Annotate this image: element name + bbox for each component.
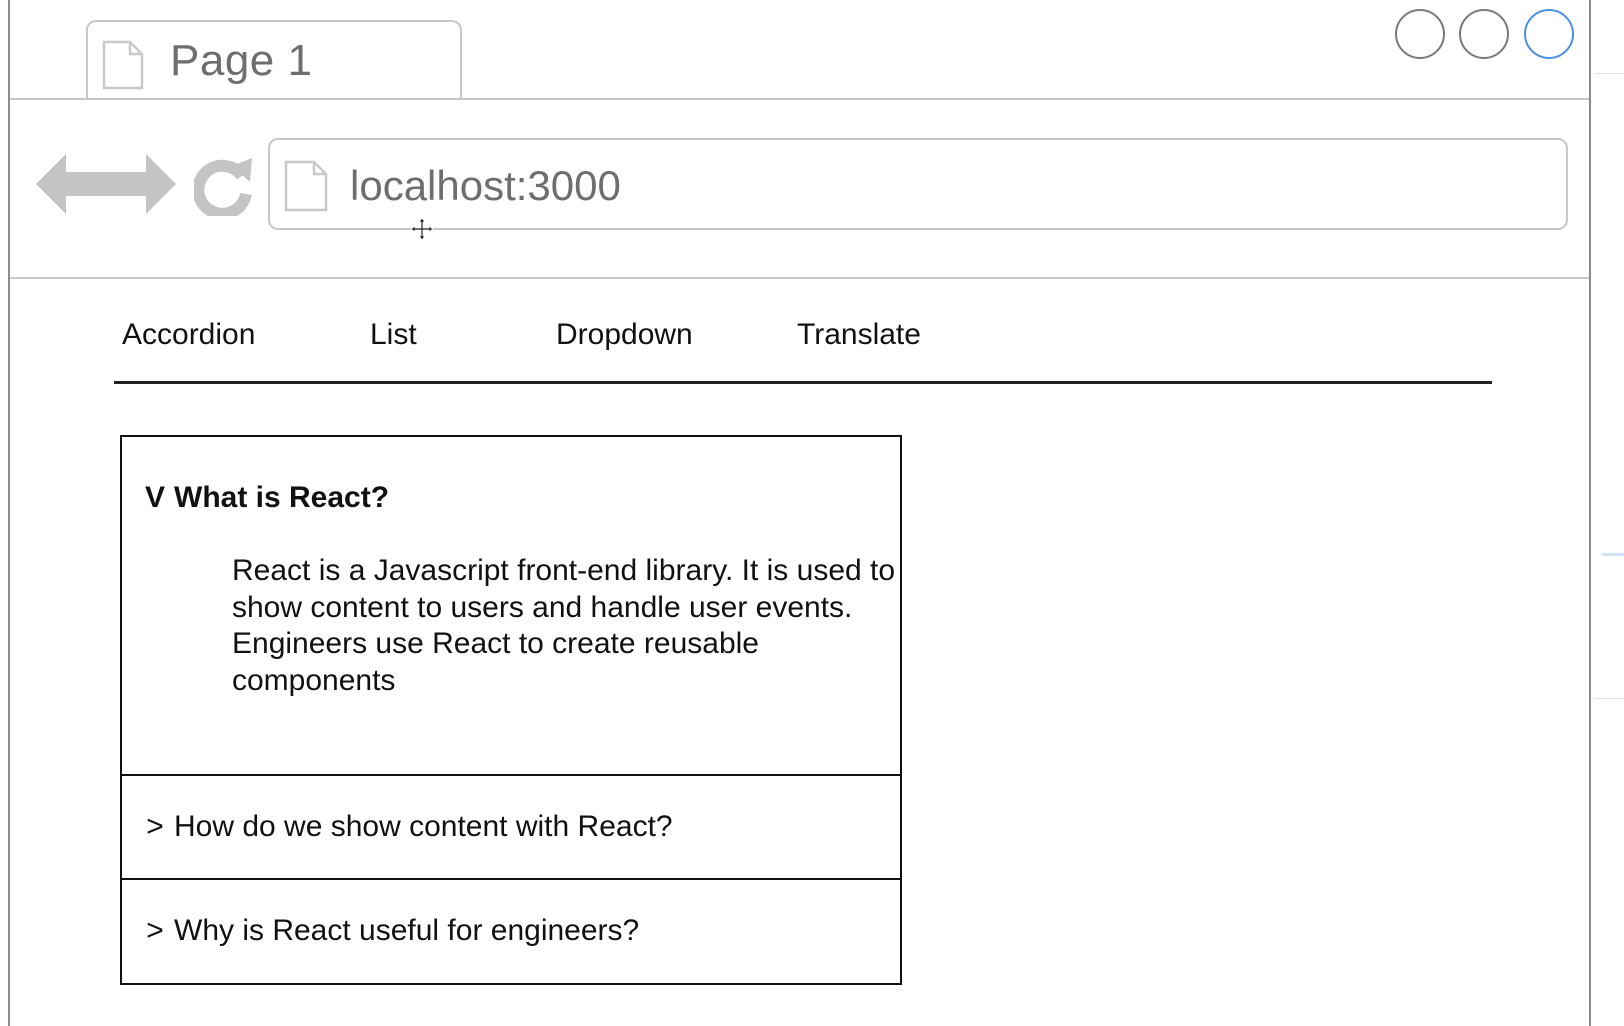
menu-item-list[interactable]: List (370, 318, 417, 352)
menu-item-translate[interactable]: Translate (797, 318, 921, 352)
canvas-guide-mark (1602, 553, 1624, 556)
accordion: V What is React? React is a Javascript f… (120, 435, 902, 985)
page-icon (102, 40, 144, 90)
accordion-paragraph: React is a Javascript front-end library.… (232, 554, 896, 624)
accordion-title-text: What is React? (174, 481, 390, 514)
browser-window: Page 1 localhost:3000 Accordion List Dro… (8, 0, 1591, 1026)
accordion-title-text: Why is React useful for engineers? (174, 914, 640, 947)
accordion-item: V What is React? React is a Javascript f… (122, 437, 900, 776)
title-bar: Page 1 (10, 0, 1589, 100)
accordion-title-text: How do we show content with React? (174, 810, 673, 843)
divider (10, 277, 1589, 279)
address-bar[interactable]: localhost:3000 (268, 138, 1568, 230)
canvas-grid-line (1594, 698, 1624, 699)
window-button[interactable] (1524, 9, 1574, 59)
page-icon (284, 160, 328, 212)
caret-right-icon: > (146, 810, 164, 843)
accordion-title[interactable]: > How do we show content with React? (136, 810, 673, 844)
menu-item-accordion[interactable]: Accordion (122, 318, 255, 352)
accordion-paragraph: Engineers use React to create reusable c… (232, 627, 759, 697)
accordion-content: React is a Javascript front-end library.… (232, 553, 897, 699)
reload-icon[interactable] (194, 156, 254, 216)
divider (10, 98, 1589, 100)
menu-item-dropdown[interactable]: Dropdown (556, 318, 693, 352)
back-arrow-icon[interactable] (36, 152, 124, 216)
forward-arrow-icon[interactable] (114, 152, 176, 216)
caret-down-icon: V (144, 481, 165, 514)
url-text: localhost:3000 (350, 162, 621, 209)
menu-underline (114, 381, 1492, 384)
tab-title: Page 1 (170, 36, 313, 85)
accordion-item: > How do we show content with React? (122, 776, 900, 880)
accordion-title[interactable]: > Why is React useful for engineers? (136, 914, 639, 948)
window-button[interactable] (1459, 9, 1509, 59)
app-nav-menu: Accordion List Dropdown Translate (114, 294, 1492, 386)
move-cursor-icon (410, 217, 434, 241)
accordion-item: > Why is React useful for engineers? (122, 880, 900, 983)
window-button[interactable] (1395, 9, 1445, 59)
accordion-title[interactable]: V What is React? (136, 481, 389, 515)
canvas-grid-line (1594, 73, 1624, 74)
browser-tab[interactable]: Page 1 (86, 20, 462, 100)
caret-right-icon: > (146, 914, 164, 947)
canvas: Page 1 localhost:3000 Accordion List Dro… (0, 0, 1624, 1026)
